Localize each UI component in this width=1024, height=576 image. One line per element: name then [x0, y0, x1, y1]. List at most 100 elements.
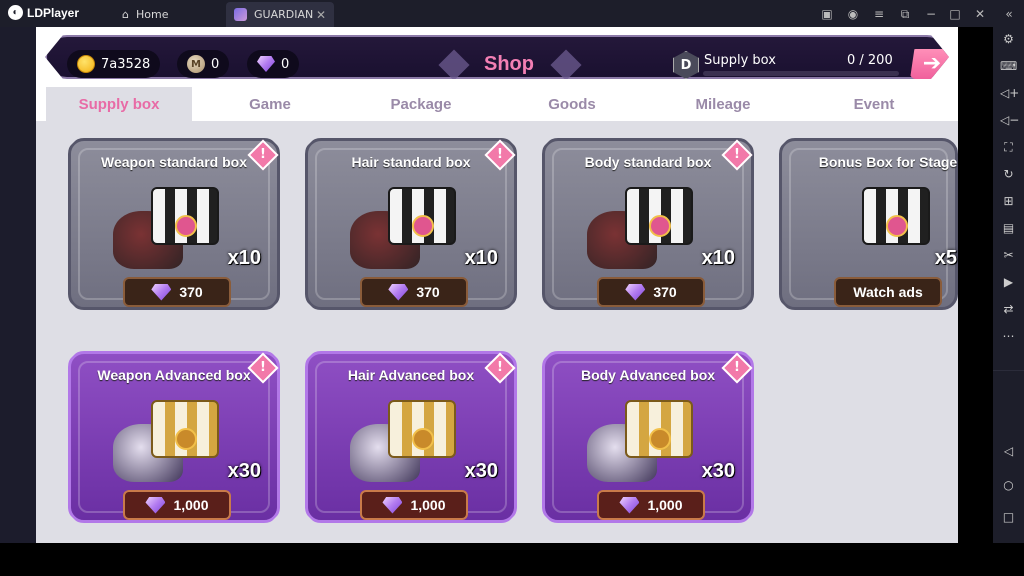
tab-package[interactable]: Package	[346, 87, 496, 121]
tab-supply-box[interactable]: Supply box	[46, 87, 192, 121]
left-border	[0, 27, 36, 543]
ldplayer-logo: ◐ LDPlayer	[8, 5, 79, 20]
home-circle-icon[interactable]: ○	[1000, 477, 1017, 494]
ldplayer-logo-icon: ◐	[8, 5, 23, 20]
card-title: Body Advanced box	[580, 367, 716, 383]
tab-mileage[interactable]: Mileage	[648, 87, 798, 121]
maximize-icon[interactable]: □	[946, 5, 964, 23]
card-title: Body standard box	[584, 154, 712, 170]
price-label: 1,000	[410, 497, 446, 513]
emulator-window: ◐ LDPlayer ⌂ Home GUARDIAN ✕ ▣ ◉ ≡ ⧉ − □…	[0, 0, 1024, 576]
card-quantity: x30	[227, 460, 261, 482]
supply-box-label: Supply box	[704, 53, 776, 68]
card-quantity: x5	[934, 247, 957, 269]
advanced-box-image	[625, 400, 693, 458]
volume-down-icon[interactable]: ◁−	[1000, 112, 1019, 129]
rotate-icon[interactable]: ↻	[1000, 166, 1017, 183]
card-title: Hair standard box	[351, 154, 471, 170]
gold-amount: 7a3528	[101, 56, 151, 72]
gamepad-icon[interactable]: ▣	[818, 5, 836, 23]
gold-display: 7a3528	[67, 50, 160, 78]
price-button[interactable]: 1,000	[597, 490, 705, 520]
sync-icon[interactable]: ⇄	[1000, 301, 1017, 318]
emulator-tab-game[interactable]: GUARDIAN ✕	[226, 2, 334, 27]
diamond-decoration-icon	[438, 49, 469, 80]
close-window-icon[interactable]: ✕	[971, 5, 989, 23]
recent-apps-icon[interactable]: □	[1000, 509, 1017, 526]
tab-game[interactable]: Game	[196, 87, 344, 121]
volume-up-icon[interactable]: ◁+	[1000, 85, 1019, 102]
price-label: 370	[416, 284, 440, 300]
supply-box-image	[388, 187, 456, 245]
bottom-bar	[0, 543, 1024, 576]
keyboard-icon[interactable]: ⌨	[1000, 58, 1017, 75]
shop-card-hair-standard[interactable]: Hair standard box ! x10 370	[305, 138, 517, 310]
box-lock-icon	[649, 215, 671, 237]
price-button[interactable]: 370	[597, 277, 705, 307]
card-title: Weapon Advanced box	[97, 367, 251, 383]
gem-icon	[151, 284, 171, 301]
shop-card-bonus-box[interactable]: Bonus Box for Stage x5 Watch ads	[779, 138, 958, 310]
mileage-coin-icon: M	[187, 55, 205, 73]
install-apk-icon[interactable]: ⊞	[1000, 193, 1017, 210]
box-lock-icon	[412, 428, 434, 450]
diamond-decoration-icon	[550, 49, 581, 80]
more-icon[interactable]: ⋯	[1000, 328, 1017, 345]
card-title: Hair Advanced box	[347, 367, 475, 383]
emulator-tab-home[interactable]: ⌂ Home	[114, 2, 224, 27]
price-label: 1,000	[647, 497, 683, 513]
account-icon[interactable]: ◉	[844, 5, 862, 23]
shop-card-body-standard[interactable]: Body standard box ! x10 370	[542, 138, 754, 310]
gem-icon	[257, 56, 275, 72]
close-tab-icon[interactable]: ✕	[316, 8, 326, 22]
card-quantity: x30	[464, 460, 498, 482]
apk-icon[interactable]: ▤	[1000, 220, 1017, 237]
box-lock-icon	[175, 215, 197, 237]
card-title: Bonus Box for Stage	[818, 154, 958, 170]
scissors-icon[interactable]: ✂	[1000, 247, 1017, 264]
gold-coin-icon	[77, 55, 95, 73]
shop-card-weapon-advanced[interactable]: Weapon Advanced box ! x30 1,000	[68, 351, 280, 523]
settings-icon[interactable]: ⚙	[1000, 31, 1017, 48]
price-button[interactable]: 1,000	[360, 490, 468, 520]
game-app-icon	[234, 8, 247, 21]
shop-card-weapon-standard[interactable]: Weapon standard box ! x10 370	[68, 138, 280, 310]
price-button[interactable]: 370	[123, 277, 231, 307]
emulator-sidebar: ⚙ ⌨ ◁+ ◁− ⛶ ↻ ⊞ ▤ ✂ ▶ ⇄ ⋯ ◁ ○ □	[993, 27, 1024, 547]
supply-progress-bar	[703, 71, 899, 76]
expand-icon[interactable]: «	[1000, 5, 1018, 23]
price-button[interactable]: 370	[360, 277, 468, 307]
box-lock-icon	[886, 215, 908, 237]
gem-icon	[625, 284, 645, 301]
shop-card-hair-advanced[interactable]: Hair Advanced box ! x30 1,000	[305, 351, 517, 523]
emulator-tab-home-label: Home	[135, 8, 169, 21]
app-name: LDPlayer	[27, 5, 80, 20]
minimize-icon[interactable]: −	[922, 5, 940, 23]
tab-goods[interactable]: Goods	[498, 87, 646, 121]
gem-display: 0	[247, 50, 299, 78]
tab-event[interactable]: Event	[800, 87, 948, 121]
shop-tabs: Supply box Game Package Goods Mileage Ev…	[36, 87, 958, 121]
shop-title: Shop	[484, 53, 534, 75]
emulator-title-bar: ◐ LDPlayer ⌂ Home GUARDIAN ✕ ▣ ◉ ≡ ⧉ − □…	[0, 0, 1024, 27]
fullscreen-icon[interactable]: ⛶	[1000, 139, 1017, 156]
supply-box-image	[862, 187, 930, 245]
watch-ads-button[interactable]: Watch ads	[834, 277, 942, 307]
menu-icon[interactable]: ≡	[870, 5, 888, 23]
supply-box-icon: D	[673, 51, 699, 79]
shop-card-body-advanced[interactable]: Body Advanced box ! x30 1,000	[542, 351, 754, 523]
restore-sidebar-icon[interactable]: ⧉	[896, 5, 914, 23]
gem-icon	[382, 497, 402, 514]
back-icon[interactable]: ◁	[1000, 443, 1017, 460]
home-icon: ⌂	[122, 8, 129, 21]
supply-box-image	[625, 187, 693, 245]
record-icon[interactable]: ▶	[1000, 274, 1017, 291]
price-label: 370	[179, 284, 203, 300]
price-label: 370	[653, 284, 677, 300]
advanced-box-image	[388, 400, 456, 458]
box-lock-icon	[412, 215, 434, 237]
price-button[interactable]: 1,000	[123, 490, 231, 520]
card-quantity: x30	[701, 460, 735, 482]
game-screen: 7a3528 M 0 0 Shop D Supply box 0 / 200 ➔…	[36, 27, 958, 543]
gem-icon	[619, 497, 639, 514]
